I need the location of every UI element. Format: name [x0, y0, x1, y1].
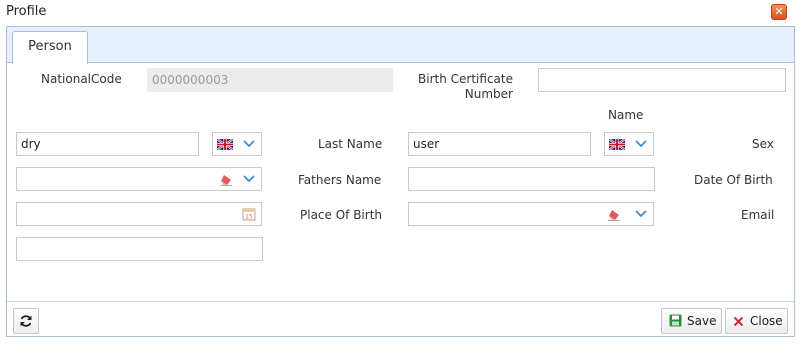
birth-certificate-number-label: Birth Certificate Number — [418, 72, 513, 101]
window-titlebar: Profile ✕ — [0, 0, 801, 24]
name-label: Name — [608, 108, 644, 122]
name-language-select[interactable] — [212, 132, 262, 156]
dialog-footer: Save Close — [7, 301, 794, 336]
national-code-field: 0000000003 — [147, 68, 393, 92]
national-code-label: NationalCode — [41, 72, 122, 86]
last-name-label: Last Name — [318, 137, 383, 151]
birth-certificate-number-field[interactable] — [538, 68, 786, 92]
uk-flag-icon — [609, 139, 625, 150]
chevron-down-icon — [243, 175, 255, 183]
refresh-icon — [20, 315, 32, 327]
fathers-name-label: Fathers Name — [298, 173, 382, 187]
tab-person[interactable]: Person — [12, 31, 88, 64]
name-field[interactable]: dry — [16, 132, 199, 156]
save-label: Save — [687, 314, 717, 328]
profile-panel: Person NationalCode 0000000003 Birth Cer… — [6, 26, 795, 337]
save-icon — [669, 314, 682, 327]
last-name-field[interactable]: user — [408, 132, 591, 156]
calendar-icon[interactable]: 15 — [242, 207, 256, 221]
chevron-down-icon — [635, 140, 647, 148]
email-label: Email — [741, 208, 775, 222]
svg-text:15: 15 — [245, 214, 253, 221]
last-name-language-select[interactable] — [604, 132, 654, 156]
place-of-birth-label: Place Of Birth — [300, 208, 383, 222]
email-field[interactable] — [16, 237, 263, 261]
chevron-down-icon — [243, 140, 255, 148]
date-of-birth-field[interactable] — [16, 202, 262, 226]
sex-label: Sex — [752, 137, 774, 151]
tab-strip: Person — [7, 27, 794, 64]
uk-flag-icon — [217, 139, 233, 150]
date-of-birth-label: Date Of Birth — [694, 173, 773, 187]
window-close-icon[interactable]: ✕ — [771, 4, 787, 20]
chevron-down-icon — [635, 210, 647, 218]
window-title: Profile — [6, 4, 47, 19]
eraser-icon[interactable] — [219, 174, 233, 186]
sex-select[interactable] — [16, 167, 262, 191]
refresh-button[interactable] — [13, 308, 39, 334]
close-icon — [733, 316, 744, 327]
save-button[interactable]: Save — [661, 308, 722, 334]
close-label: Close — [750, 314, 783, 328]
fathers-name-field[interactable] — [408, 167, 655, 191]
close-button[interactable]: Close — [725, 308, 788, 334]
eraser-icon[interactable] — [607, 209, 621, 221]
place-of-birth-select[interactable] — [408, 202, 654, 226]
